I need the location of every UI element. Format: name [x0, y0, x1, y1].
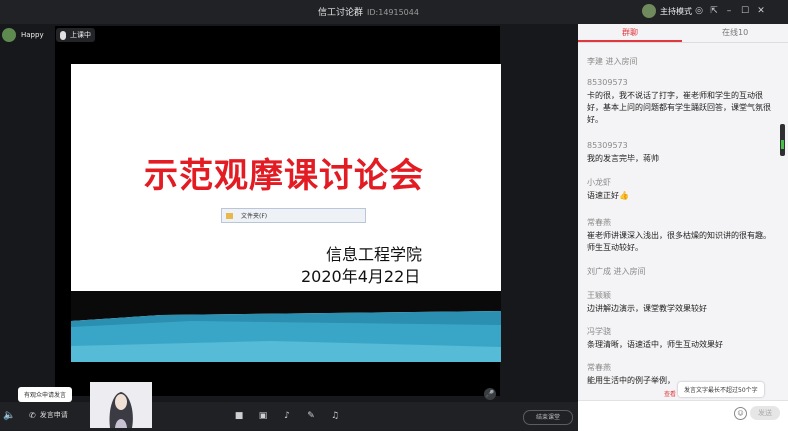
slide-decoration: [71, 291, 501, 362]
music-icon[interactable]: ♫: [328, 410, 342, 422]
system-message: 李建 进入房间: [587, 57, 638, 66]
list-item: 冯学骁 条理清晰，语速适中，师生互动效果好: [587, 326, 773, 351]
system-message: 刘广成 进入房间: [587, 267, 646, 276]
message-text: 崔老师讲课深入浅出，很多枯燥的知识讲的很有趣。师生互动较好。: [587, 231, 771, 252]
room-title: 信工讨论群 ID:14915044: [318, 5, 419, 18]
minimize-icon[interactable]: –: [724, 6, 734, 16]
edit-icon[interactable]: ✎: [304, 410, 318, 422]
external-icon[interactable]: ⇱: [709, 6, 719, 16]
folder-item[interactable]: 文件夹(F): [221, 208, 366, 223]
list-item: 常春燕 崔老师讲课深入浅出，很多枯燥的知识讲的很有趣。师生互动较好。: [587, 217, 773, 254]
message-text: 我的发言完毕，蒋帅: [587, 154, 659, 163]
slide-school: 信息工程学院: [326, 245, 423, 264]
list-item: 王颖颖 边讲解边演示，课堂教学效果较好: [587, 290, 773, 315]
host-mode-label[interactable]: 主持模式: [660, 6, 692, 17]
list-item: 85309573 我的发言完毕，蒋帅: [587, 140, 773, 165]
stage-mic-icon[interactable]: 🎤: [484, 388, 496, 400]
user-name: Happy: [21, 31, 44, 39]
user-chip: Happy: [2, 28, 44, 42]
message-author: 常春燕: [587, 218, 611, 227]
list-item: 刘广成 进入房间: [587, 266, 773, 277]
message-author: 常春燕: [587, 363, 611, 372]
list-item: 小龙虾 语速正好👍: [587, 177, 773, 202]
emoji-icon[interactable]: ☺: [734, 407, 747, 420]
volume-icon[interactable]: 🔈: [3, 410, 15, 421]
message-author: 85309573: [587, 141, 628, 150]
message-author: 85309573: [587, 78, 628, 87]
message-text: 卡的很，我不说话了打字，崔老师和学生的互动很好，基本上问的问题都有学生踊跃回答，…: [587, 91, 771, 124]
target-icon[interactable]: ◎: [694, 6, 704, 16]
live-status: 上课中: [56, 28, 95, 42]
scroll-indicator: [781, 140, 784, 149]
message-text: 边讲解边演示，课堂教学效果较好: [587, 304, 707, 313]
message-text: 条理清晰，语速适中，师生互动效果好: [587, 340, 723, 349]
chat-list[interactable]: 李建 进入房间 85309573 卡的很，我不说话了打字，崔老师和学生的互动很好…: [587, 36, 773, 396]
speak-request-label: 发言申请: [39, 411, 68, 419]
message-author: 冯学骁: [587, 327, 611, 336]
message-author: 王颖颖: [587, 291, 611, 300]
room-id: ID:14915044: [367, 8, 419, 17]
list-item: 李建 进入房间: [587, 56, 773, 67]
send-button[interactable]: 发送: [750, 406, 780, 420]
phone-icon: ✆: [29, 410, 36, 420]
camera-icon[interactable]: ■: [232, 410, 246, 422]
room-name: 信工讨论群: [318, 8, 364, 18]
tool-group: ■ ▣ ♪ ✎ ♫: [232, 410, 352, 422]
host-avatar[interactable]: [642, 4, 656, 18]
list-item: 85309573 卡的很，我不说话了打字，崔老师和学生的互动很好，基本上问的问题…: [587, 77, 773, 126]
microphone-icon: [60, 30, 66, 40]
slide-title: 示范观摩课讨论会: [144, 156, 424, 196]
speak-request-button[interactable]: ✆ 发言申请: [29, 410, 68, 420]
folder-icon: [226, 212, 233, 219]
slide-date: 2020年4月22日: [301, 267, 421, 286]
screen-share-icon[interactable]: ▣: [256, 410, 270, 422]
participant-thumbnail[interactable]: [90, 382, 152, 428]
input-limit-tooltip: 发言文字最长不超过50个字: [678, 382, 764, 397]
live-label: 上课中: [70, 31, 91, 39]
apply-tooltip: 有观众申请发言: [18, 387, 73, 402]
microphone-toggle-icon[interactable]: ♪: [280, 410, 294, 422]
portrait-image: [90, 382, 152, 428]
end-class-button[interactable]: 结束课堂: [523, 410, 573, 425]
close-icon[interactable]: ✕: [756, 6, 766, 16]
message-author: 小龙虾: [587, 178, 611, 187]
folder-label: 文件夹(F): [241, 213, 268, 220]
see-more-link[interactable]: 查看: [664, 389, 676, 398]
message-text: 语速正好👍: [587, 191, 629, 200]
presentation-slide: 示范观摩课讨论会 文件夹(F) 信息工程学院 2020年4月22日: [71, 64, 501, 362]
maximize-icon[interactable]: ☐: [740, 6, 750, 16]
user-avatar: [2, 28, 16, 42]
